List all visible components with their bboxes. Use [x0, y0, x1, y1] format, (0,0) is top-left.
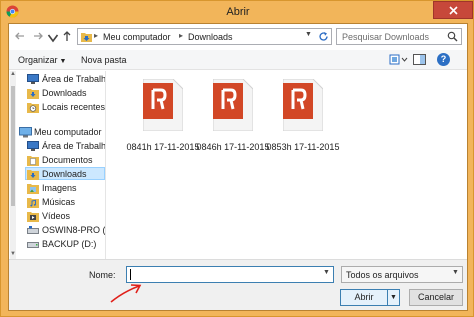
nav-item-area-de-trabalho-pc[interactable]: Área de Trabalho [27, 140, 105, 153]
close-icon [449, 6, 458, 15]
nav-item-downloads-selected[interactable]: Downloads [25, 167, 105, 180]
recent-places-icon [27, 103, 39, 113]
music-folder-icon [27, 198, 39, 208]
address-bar[interactable]: ▸ Meu computador ▸ Downloads ▼ [77, 28, 332, 45]
nav-item-area-de-trabalho[interactable]: Área de Trabalho [27, 73, 105, 86]
change-view-icon[interactable] [389, 54, 409, 66]
nav-item-label: Downloads [42, 88, 87, 98]
address-row: ▸ Meu computador ▸ Downloads ▼ Pesquisar… [9, 24, 467, 50]
search-input[interactable]: Pesquisar Downloads [336, 28, 462, 45]
up-arrow-icon[interactable] [61, 30, 73, 42]
scroll-up-icon[interactable]: ▲ [10, 71, 16, 77]
breadcrumb-separator-icon: ▸ [94, 31, 99, 40]
dialog-client-area: ▸ Meu computador ▸ Downloads ▼ Pesquisar… [8, 23, 468, 311]
downloads-folder-icon [27, 89, 39, 99]
nav-item-locais-recentes[interactable]: Locais recentes [27, 101, 105, 114]
organize-label: Organizar [18, 55, 58, 65]
file-type-select[interactable]: Todos os arquivos ▼ [341, 266, 463, 283]
nav-item-label: BACKUP (D:) [42, 239, 97, 249]
new-folder-button[interactable]: Nova pasta [81, 54, 127, 66]
nav-item-label: Área de Trabalho [42, 141, 106, 151]
nav-item-label: Downloads [42, 169, 87, 179]
chevron-down-icon[interactable]: ▼ [323, 269, 330, 276]
drive-icon [27, 226, 39, 234]
computer-icon [19, 127, 32, 138]
window-title: Abrir [226, 6, 250, 18]
chevron-down-icon: ▼ [390, 294, 397, 301]
file-name: 0853h 17-11-2015 [266, 142, 340, 152]
desktop-icon [27, 74, 39, 84]
pdf-file-icon [213, 79, 253, 131]
navigation-pane: ▲ ▼ Área de Trabalho Downloads Locais re… [9, 71, 106, 259]
text-caret [130, 269, 131, 280]
nav-item-label: Área de Trabalho [42, 74, 106, 84]
nav-item-label: Músicas [42, 197, 76, 207]
nav-scrollbar[interactable]: ▲ ▼ [10, 71, 16, 259]
nav-scroll-thumb[interactable] [11, 86, 15, 206]
search-placeholder: Pesquisar Downloads [342, 32, 430, 42]
refresh-icon[interactable] [318, 31, 329, 42]
nav-item-label: Imagens [42, 183, 77, 193]
back-arrow-icon[interactable] [14, 30, 26, 42]
nav-item-drive-d[interactable]: BACKUP (D:) [27, 238, 105, 251]
open-options-dropdown[interactable]: ▼ [388, 289, 400, 306]
nav-item-drive-c[interactable]: OSWIN8-PRO (C: [27, 224, 105, 237]
breadcrumb-meu-computador[interactable]: Meu computador [103, 31, 171, 43]
file-name-label: Nome: [89, 270, 116, 280]
file-name: 0841h 17-11-2015 [126, 142, 200, 152]
file-name-bar: Nome: ▼ Todos os arquivos ▼ Abrir ▼ Canc… [9, 259, 467, 310]
preview-pane-icon[interactable] [413, 54, 426, 66]
desktop-icon [27, 141, 39, 151]
pictures-folder-icon [27, 184, 39, 194]
search-icon [447, 31, 458, 42]
open-dialog-window: Abrir ▸ Meu computador ▸ Downloads ▼ Pes… [0, 0, 474, 317]
nav-item-label: Meu computador [34, 127, 102, 137]
address-dropdown-icon[interactable]: ▼ [305, 31, 312, 38]
file-type-value: Todos os arquivos [346, 270, 419, 280]
downloads-folder-icon [81, 33, 92, 42]
open-button[interactable]: Abrir [340, 289, 388, 306]
organize-button[interactable]: Organizar ▼ [18, 54, 66, 68]
command-bar: Organizar ▼ Nova pasta ? [9, 50, 467, 70]
nav-item-meu-computador[interactable]: Meu computador [19, 126, 105, 139]
annotation-arrow-icon [110, 284, 142, 303]
nav-item-label: Vídeos [42, 211, 71, 221]
forward-arrow-icon[interactable] [32, 30, 44, 42]
title-bar[interactable]: Abrir [1, 1, 474, 23]
scroll-down-icon[interactable]: ▼ [10, 251, 16, 257]
drive-icon [27, 242, 39, 248]
nav-item-imagens[interactable]: Imagens [27, 182, 105, 195]
cancel-button[interactable]: Cancelar [409, 289, 463, 306]
breadcrumb-separator-icon: ▸ [179, 31, 184, 40]
recent-locations-chevron-icon[interactable] [47, 32, 59, 44]
file-name-input[interactable]: ▼ [126, 266, 334, 283]
documents-folder-icon [27, 156, 39, 166]
nav-item-videos[interactable]: Vídeos [27, 210, 105, 223]
pdf-file-icon [283, 79, 323, 131]
file-name: 0846h 17-11-2015 [196, 142, 270, 152]
pdf-file-icon [143, 79, 183, 131]
close-button[interactable] [433, 1, 473, 19]
breadcrumb-downloads[interactable]: Downloads [188, 31, 233, 43]
videos-folder-icon [27, 212, 39, 222]
chevron-down-icon: ▼ [59, 58, 67, 65]
file-item[interactable]: 0853h 17-11-2015 [265, 79, 341, 165]
nav-item-musicas[interactable]: Músicas [27, 196, 105, 209]
nav-item-label: OSWIN8-PRO (C: [42, 225, 106, 235]
nav-item-label: Locais recentes [42, 102, 106, 112]
chevron-down-icon: ▼ [452, 269, 459, 276]
nav-item-documentos[interactable]: Documentos [27, 154, 105, 167]
nav-item-downloads-favorite[interactable]: Downloads [27, 87, 105, 100]
file-item[interactable]: 0841h 17-11-2015 [125, 79, 201, 165]
downloads-folder-icon [27, 170, 39, 180]
file-list-pane[interactable]: 0841h 17-11-2015 0846h 17-11-2015 0853h … [107, 71, 467, 259]
file-item[interactable]: 0846h 17-11-2015 [195, 79, 271, 165]
help-button[interactable]: ? [437, 53, 450, 66]
nav-item-label: Documentos [42, 155, 93, 165]
